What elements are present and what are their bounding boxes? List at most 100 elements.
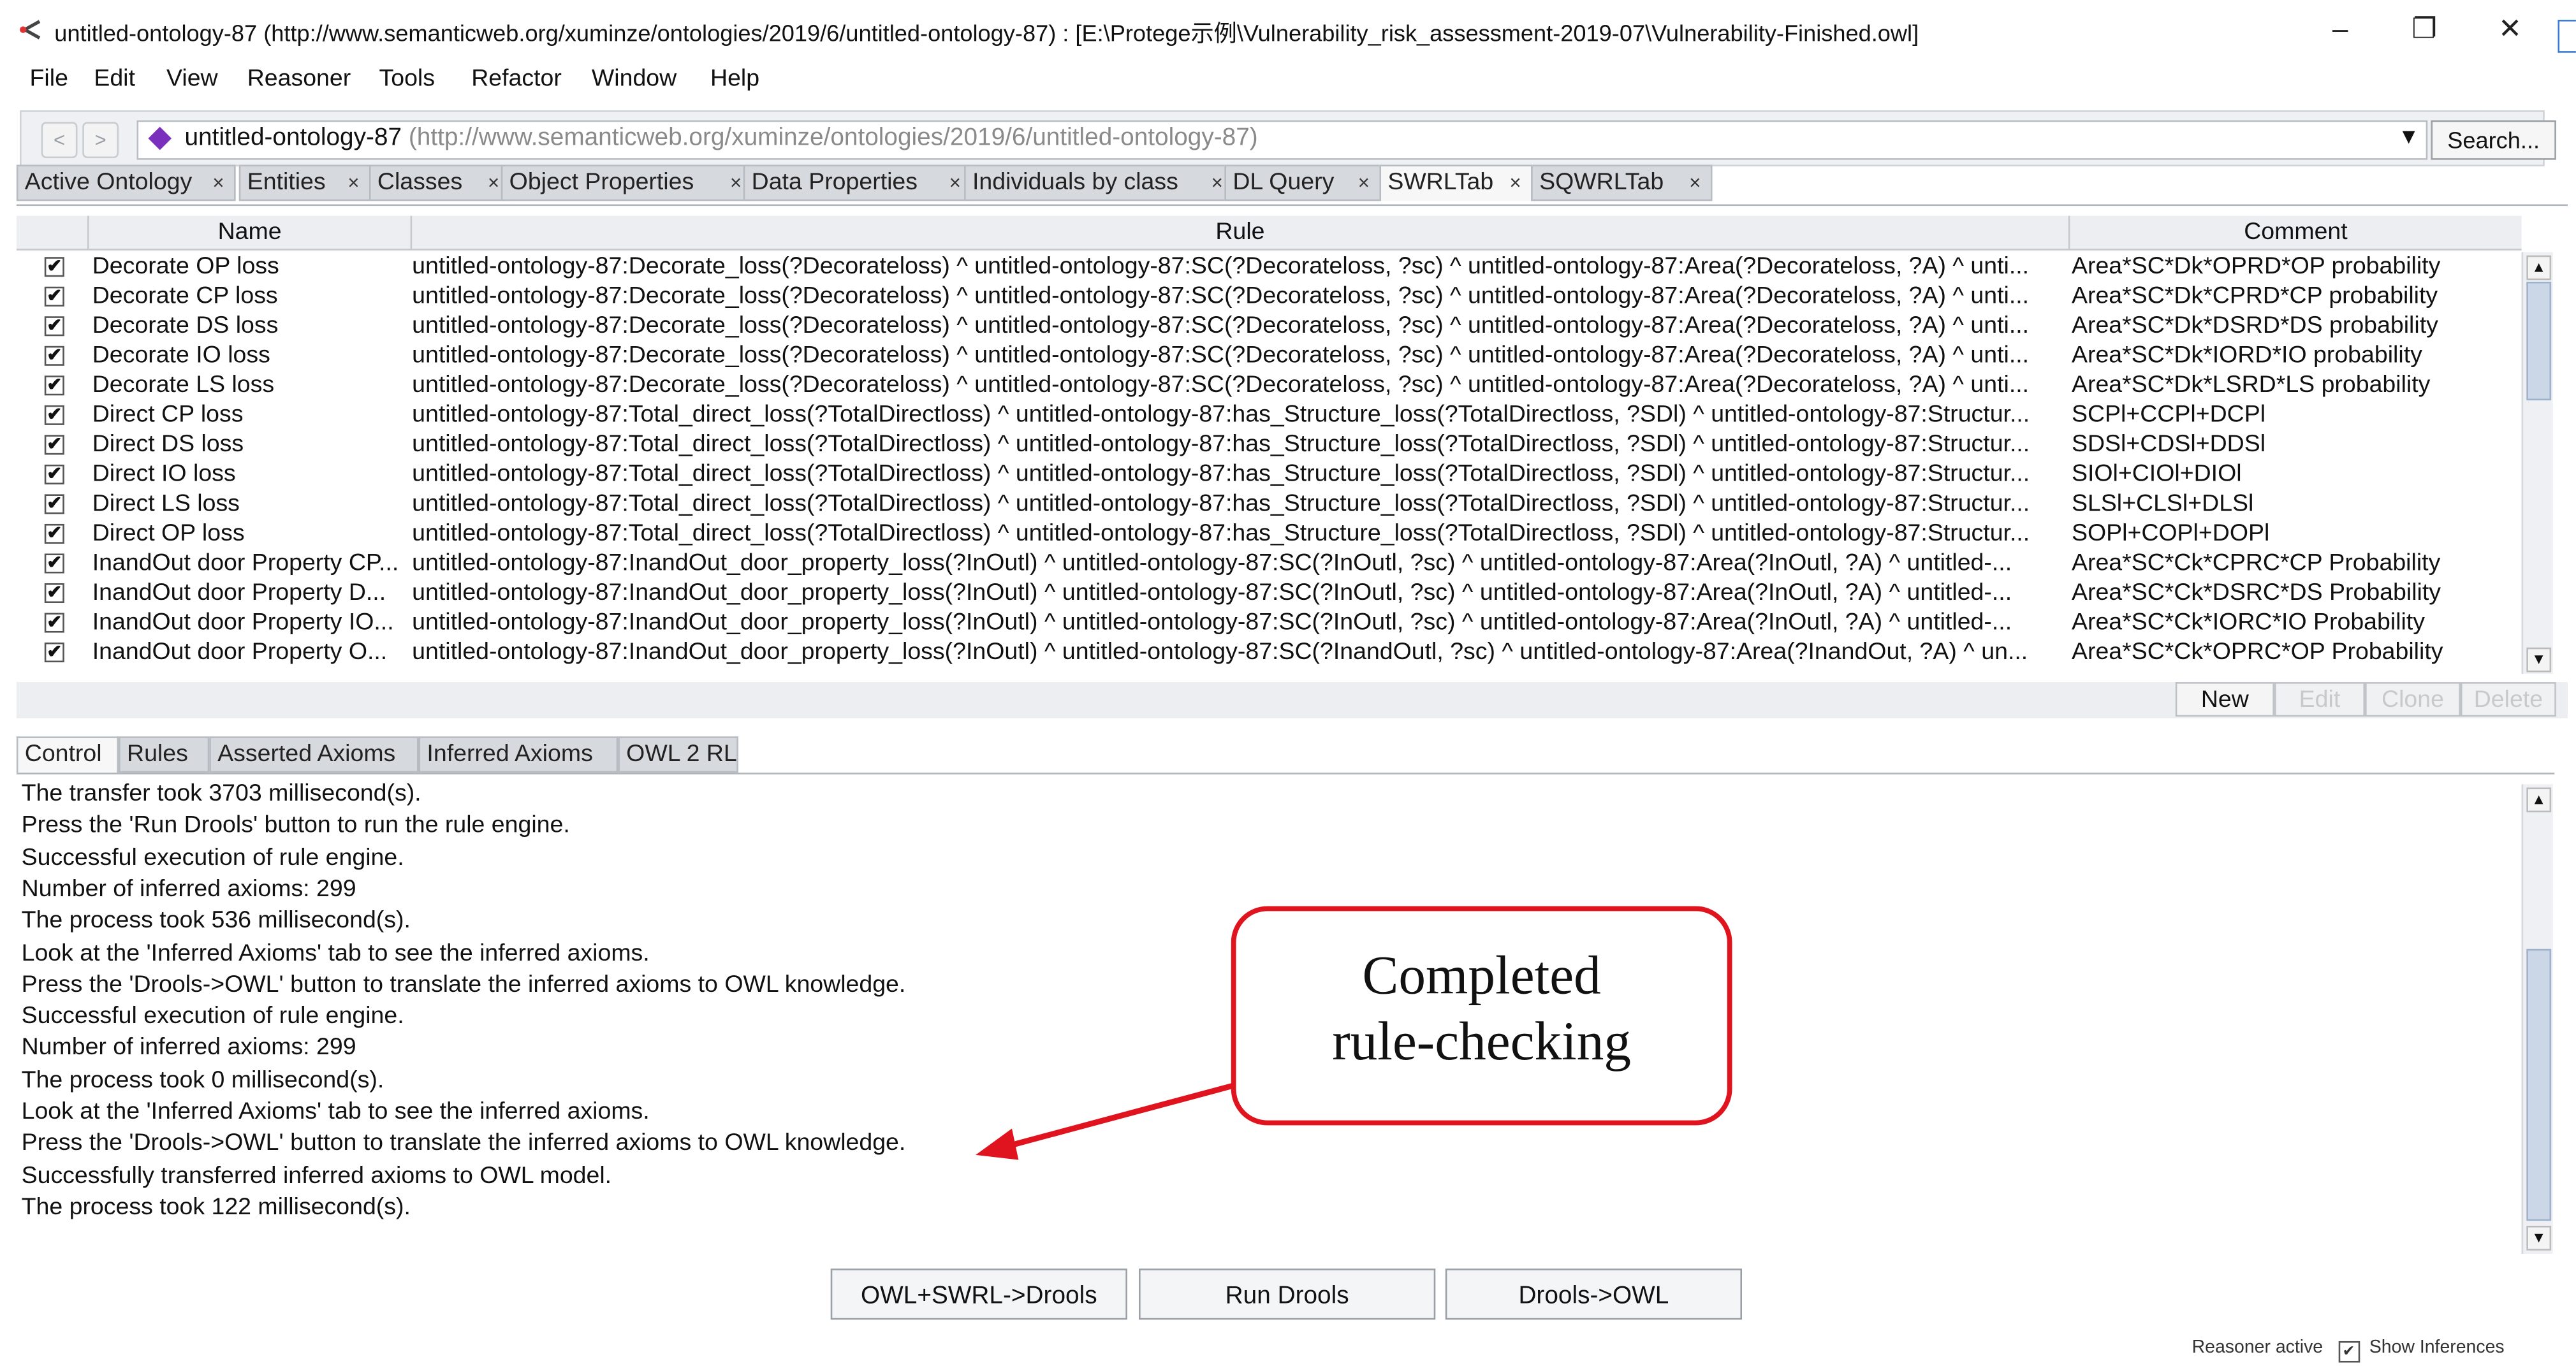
back-button[interactable]: < (41, 122, 78, 159)
show-inferences-checkbox[interactable]: ✔ (2338, 1341, 2360, 1363)
rule-enabled-checkbox[interactable]: ✔ (44, 405, 64, 425)
rule-enabled-checkbox[interactable]: ✔ (44, 345, 64, 366)
rule-enabled-checkbox[interactable]: ✔ (44, 286, 64, 307)
search-button[interactable]: Search... (2431, 120, 2556, 160)
rule-enabled-checkbox[interactable]: ✔ (44, 643, 64, 663)
tab-label: SWRLTab (1387, 170, 1494, 196)
tab-close-icon[interactable]: × (348, 166, 359, 201)
header-comment[interactable]: Comment (2070, 216, 2521, 249)
header-name[interactable]: Name (89, 215, 413, 249)
owl-swrl-to-drools-button[interactable]: OWL+SWRL->Drools (830, 1268, 1127, 1320)
table-row[interactable]: ✔ Decorate LS loss untitled-ontology-87:De… (17, 371, 2522, 401)
menu-edit[interactable]: Edit (94, 66, 135, 92)
table-row[interactable]: ✔ Decorate OP loss untitled-ontology-87:De… (17, 252, 2522, 282)
minimize-button[interactable]: – (2319, 10, 2362, 50)
edit-rule-button[interactable]: Edit (2274, 682, 2366, 717)
table-row[interactable]: ✔ InandOut door Property O... untitled-ont… (17, 637, 2522, 667)
table-row[interactable]: ✔ Direct DS loss untitled-ontology-87:Tota… (17, 430, 2522, 460)
rule-name: InandOut door Property O... (92, 639, 388, 666)
restore-button[interactable]: ❐ (2403, 10, 2445, 50)
rule-body: untitled-ontology-87:Total_direct_loss(?… (412, 432, 2030, 458)
table-row[interactable]: ✔ InandOut door Property IO... untitled-on… (17, 608, 2522, 638)
rule-enabled-checkbox[interactable]: ✔ (44, 553, 64, 574)
tab-close-icon[interactable]: × (1211, 166, 1223, 201)
tab-close-icon[interactable]: × (488, 166, 499, 201)
scroll-down-icon[interactable]: ▼ (2526, 1226, 2552, 1251)
rule-enabled-checkbox[interactable]: ✔ (44, 613, 64, 633)
log-scrollbar[interactable]: ▲ ▼ (2521, 784, 2553, 1254)
table-row[interactable]: ✔ Decorate DS loss untitled-ontology-87:De… (17, 312, 2522, 342)
tab-close-icon[interactable]: × (1358, 166, 1370, 201)
scroll-thumb[interactable] (2526, 948, 2552, 1221)
menu-window[interactable]: Window (592, 66, 677, 92)
rule-enabled-checkbox[interactable]: ✔ (44, 464, 64, 484)
tab-close-icon[interactable]: × (949, 166, 961, 201)
rule-enabled-checkbox[interactable]: ✔ (44, 316, 64, 337)
table-row[interactable]: ✔ Decorate IO loss untitled-ontology-87:De… (17, 341, 2522, 371)
scroll-up-icon[interactable]: ▲ (2526, 255, 2552, 280)
tab-swrltab[interactable]: SWRLTab × (1379, 164, 1533, 201)
rule-enabled-checkbox[interactable]: ✔ (44, 435, 64, 455)
tab-close-icon[interactable]: × (730, 166, 742, 201)
rule-body: untitled-ontology-87:Decorate_loss(?Deco… (412, 313, 2030, 340)
header-rule[interactable]: Rule (412, 215, 2070, 249)
tab-data-properties[interactable]: Data Properties × (743, 164, 972, 201)
tab-inferred-axioms[interactable]: Inferred Axioms (418, 736, 618, 773)
rule-body: untitled-ontology-87:Total_direct_loss(?… (412, 491, 2030, 518)
delete-rule-button[interactable]: Delete (2460, 682, 2556, 717)
table-row[interactable]: ✔ Direct CP loss untitled-ontology-87:Tota… (17, 400, 2522, 430)
forward-button[interactable]: > (82, 122, 119, 159)
tab-individuals-by-class[interactable]: Individuals by class × (964, 164, 1234, 201)
rule-enabled-checkbox[interactable]: ✔ (44, 375, 64, 396)
edge-bracket-icon (2558, 20, 2576, 53)
scroll-down-icon[interactable]: ▼ (2526, 647, 2552, 672)
reasoner-status: Reasoner active (2192, 1337, 2324, 1358)
scroll-thumb[interactable] (2526, 281, 2552, 401)
menu-help[interactable]: Help (710, 66, 759, 92)
rules-scrollbar[interactable]: ▲ ▼ (2521, 252, 2553, 674)
rule-comment: Area*SC*Dk*OPRD*OP probability (2071, 254, 2441, 280)
table-row[interactable]: ✔ InandOut door Property CP... untitled-on… (17, 549, 2522, 579)
menu-tools[interactable]: Tools (379, 66, 435, 92)
rule-enabled-checkbox[interactable]: ✔ (44, 257, 64, 277)
menu-view[interactable]: View (166, 66, 218, 92)
clone-rule-button[interactable]: Clone (2365, 682, 2461, 717)
table-row[interactable]: ✔ Direct IO loss untitled-ontology-87:Tota… (17, 460, 2522, 490)
tab-dl-query[interactable]: DL Query × (1224, 164, 1381, 201)
table-row[interactable]: ✔ InandOut door Property D... untitled-ont… (17, 578, 2522, 608)
table-row[interactable]: ✔ Direct LS loss untitled-ontology-87:Tota… (17, 490, 2522, 520)
tab-owl2rl[interactable]: OWL 2 RL (618, 736, 738, 773)
tab-object-properties[interactable]: Object Properties × (501, 164, 754, 201)
chevron-down-icon[interactable]: ▼ (2398, 124, 2419, 149)
window-title: untitled-ontology-87 (http://www.semanti… (54, 20, 1919, 47)
rule-enabled-checkbox[interactable]: ✔ (44, 494, 64, 514)
tab-close-icon[interactable]: × (1510, 166, 1521, 201)
menu-file[interactable]: File (30, 66, 68, 92)
run-drools-button[interactable]: Run Drools (1139, 1268, 1436, 1320)
tab-close-icon[interactable]: × (1689, 166, 1701, 201)
rule-enabled-checkbox[interactable]: ✔ (44, 583, 64, 604)
table-row[interactable]: ✔ Decorate CP loss untitled-ontology-87:De… (17, 282, 2522, 312)
close-button[interactable]: ✕ (2489, 10, 2531, 50)
tab-rules[interactable]: Rules (119, 736, 210, 773)
rule-name: Direct CP loss (92, 402, 244, 429)
tab-control[interactable]: Control (16, 736, 119, 773)
tab-active-ontology[interactable]: Active Ontology × (16, 164, 236, 201)
tab-close-icon[interactable]: × (212, 166, 224, 201)
rule-name: Decorate LS loss (92, 372, 275, 399)
menu-refactor[interactable]: Refactor (471, 66, 562, 92)
tab-asserted-axioms[interactable]: Asserted Axioms (209, 736, 419, 773)
rule-comment: SOPl+COPl+DOPl (2071, 520, 2270, 548)
ontology-selector[interactable]: untitled-ontology-87 (http://www.semanti… (136, 120, 2428, 160)
header-enabled (17, 215, 89, 249)
table-row[interactable]: ✔ Direct OP loss untitled-ontology-87:Tota… (17, 519, 2522, 549)
new-rule-button[interactable]: New (2175, 682, 2274, 717)
tab-sqwrltab[interactable]: SQWRLTab × (1531, 164, 1713, 201)
tab-entities[interactable]: Entities × (238, 164, 371, 201)
drools-to-owl-button[interactable]: Drools->OWL (1445, 1268, 1743, 1320)
tab-classes[interactable]: Classes × (369, 164, 511, 201)
tab-label: DL Query (1233, 170, 1335, 196)
scroll-up-icon[interactable]: ▲ (2526, 787, 2552, 813)
rule-enabled-checkbox[interactable]: ✔ (44, 523, 64, 544)
menu-reasoner[interactable]: Reasoner (247, 66, 351, 92)
